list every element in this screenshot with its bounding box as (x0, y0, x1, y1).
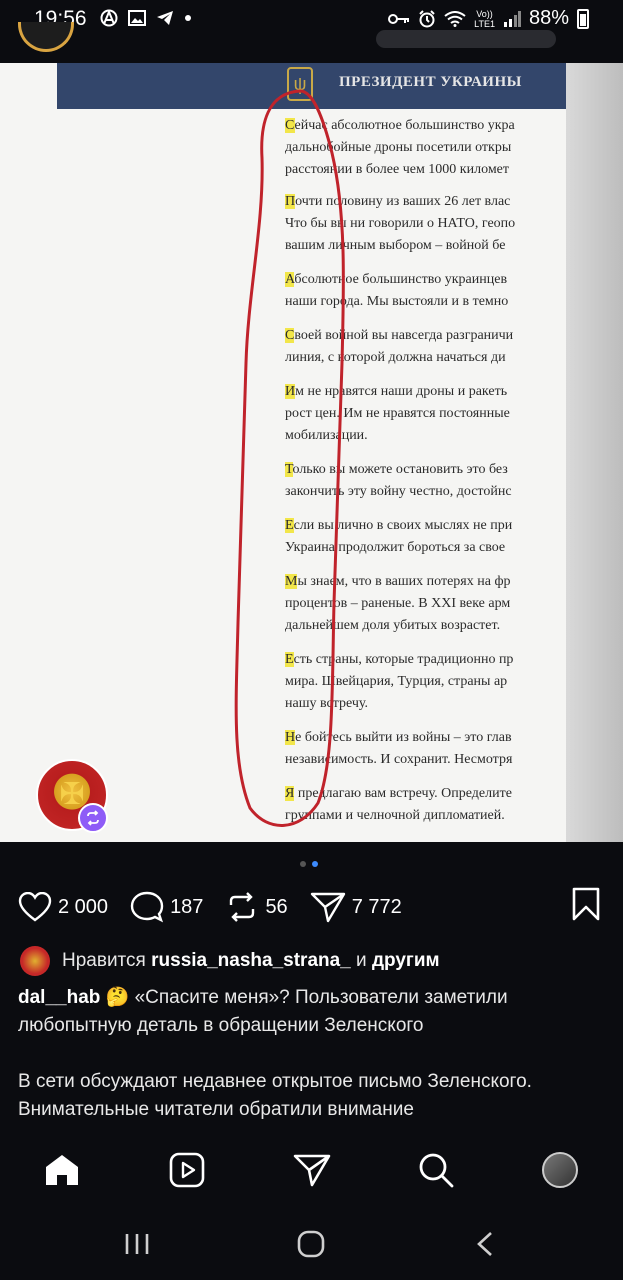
like-button[interactable]: 2 000 (18, 892, 108, 922)
dot-icon (185, 15, 191, 21)
send-icon (293, 1154, 331, 1187)
carousel-dot (300, 861, 306, 867)
liked-by-others[interactable]: другим (372, 950, 440, 971)
lte-indicator: Vo)) LTE1 (474, 9, 495, 29)
share-count: 7 772 (351, 895, 402, 918)
caption-emoji: 🤔 (105, 987, 130, 1008)
save-button[interactable] (571, 887, 601, 926)
liker-avatar (20, 946, 50, 976)
wifi-icon (444, 10, 466, 27)
liked-by-row[interactable]: Нравится russia_nasha_strana_ и другим (20, 946, 440, 976)
key-icon (388, 13, 410, 24)
battery-percent: 88% (528, 7, 569, 29)
profile-avatar (542, 1152, 578, 1188)
home-icon (46, 1155, 78, 1185)
back-chevron-icon (477, 1232, 492, 1256)
caption-fade (0, 1118, 623, 1138)
reels-icon (169, 1152, 205, 1188)
search-icon (419, 1153, 454, 1188)
liked-by-middle: и (356, 950, 367, 971)
system-navigation (0, 1208, 623, 1280)
carousel-dot-active (312, 861, 318, 867)
nav-profile[interactable] (540, 1150, 580, 1190)
notification-icons (100, 9, 192, 27)
volte-label: Vo)) (476, 8, 493, 19)
alarm-icon (419, 9, 435, 27)
repost-badge-icon (78, 803, 108, 833)
post-image[interactable]: ψ ПРЕЗИДЕНТ УКРАИНЫ Сейчас абсолютное бо… (0, 63, 623, 842)
home-circle-icon (297, 1230, 325, 1258)
nav-search[interactable] (416, 1150, 456, 1190)
bottom-navigation (0, 1136, 623, 1208)
caption-username[interactable]: dal__hab (18, 987, 100, 1008)
nav-home[interactable] (42, 1150, 82, 1190)
comment-icon (130, 891, 164, 923)
header-avatar-peek[interactable] (18, 22, 74, 52)
share-button[interactable]: 7 772 (310, 891, 402, 923)
comment-button[interactable]: 187 (130, 891, 203, 923)
red-annotation-loop (234, 89, 345, 827)
recent-apps-button[interactable] (117, 1226, 157, 1262)
repost-button[interactable]: 56 (225, 891, 288, 923)
nav-direct[interactable] (292, 1150, 332, 1190)
repost-icon (230, 892, 255, 922)
liked-by-prefix: Нравится (62, 950, 146, 971)
post-caption: dal__hab 🤔 «Спасите меня»? Пользователи … (18, 984, 608, 1040)
post-actions: 2 000 187 56 7 772 (18, 886, 424, 928)
liked-by-user[interactable]: russia_nasha_strana_ (151, 950, 351, 971)
like-count: 2 000 (58, 895, 109, 918)
header-bar-peek (376, 30, 556, 48)
back-button[interactable] (465, 1226, 505, 1262)
telegram-icon (157, 11, 173, 25)
lte-label: LTE1 (474, 18, 495, 29)
send-icon (310, 892, 345, 923)
battery-icon (577, 8, 589, 29)
comment-count: 187 (170, 895, 204, 918)
bookmark-icon (572, 887, 600, 921)
recents-icon (125, 1234, 149, 1254)
gallery-icon (128, 10, 146, 26)
anarchy-icon (100, 9, 118, 27)
system-indicators: Vo)) LTE1 88% (388, 7, 589, 30)
home-system-button[interactable] (291, 1226, 331, 1262)
nav-reels[interactable] (167, 1150, 207, 1190)
repost-count: 56 (265, 895, 288, 918)
signal-icon (503, 10, 521, 27)
carousel-indicator (300, 861, 318, 867)
heart-icon (18, 892, 52, 922)
